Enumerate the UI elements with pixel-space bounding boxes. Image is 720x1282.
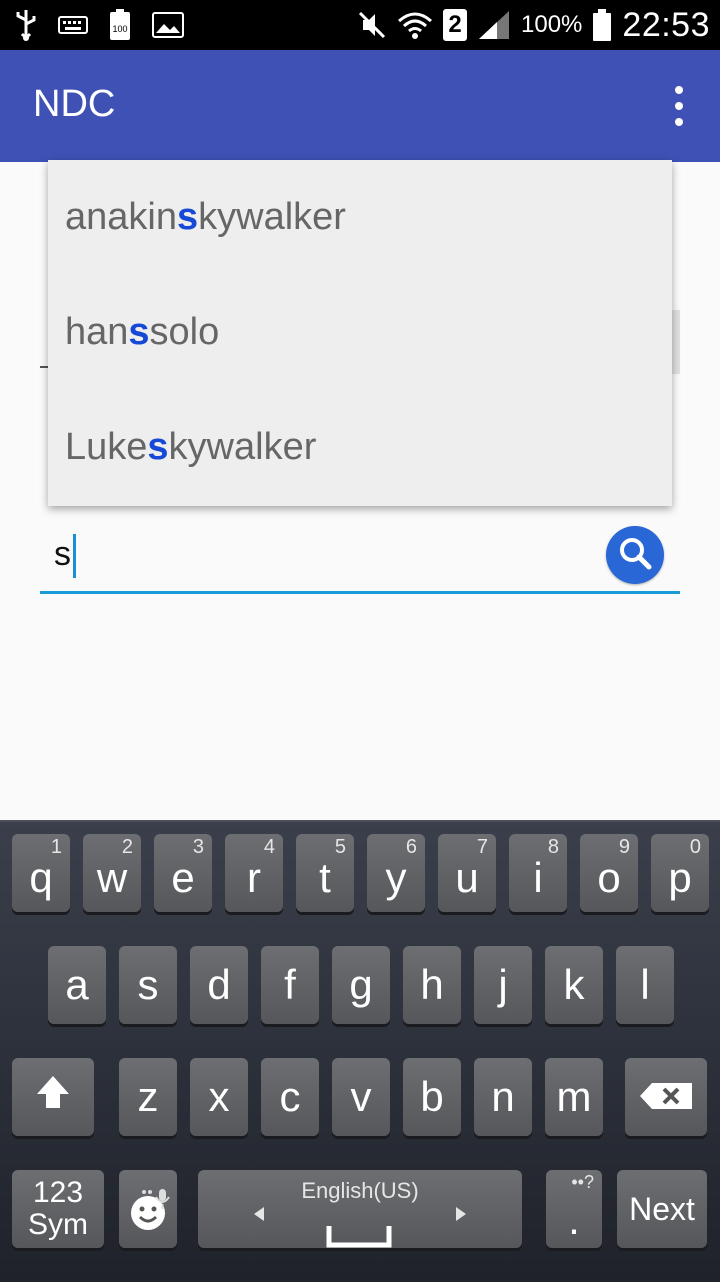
key-b[interactable]: b bbox=[403, 1058, 461, 1136]
key-a[interactable]: a bbox=[48, 946, 106, 1024]
key-s[interactable]: s bbox=[119, 946, 177, 1024]
key-m[interactable]: m bbox=[545, 1058, 603, 1136]
key-g[interactable]: g bbox=[332, 946, 390, 1024]
image-icon bbox=[152, 12, 184, 38]
search-input[interactable]: s bbox=[54, 534, 76, 578]
spacebar-icon bbox=[326, 1210, 392, 1258]
more-vert-icon[interactable] bbox=[664, 86, 694, 126]
emoji-voice-key[interactable] bbox=[119, 1170, 177, 1248]
key-q[interactable]: 1q bbox=[12, 834, 70, 912]
soft-keyboard: 1q 2w 3e 4r 5t 6y 7u 8i 9o 0p a s d f g … bbox=[0, 820, 720, 1282]
key-x[interactable]: x bbox=[190, 1058, 248, 1136]
arrow-left-icon bbox=[252, 1184, 266, 1232]
backspace-key[interactable] bbox=[625, 1058, 707, 1136]
keyboard-icon bbox=[58, 14, 88, 36]
battery-percent: 100% bbox=[521, 11, 583, 38]
key-y[interactable]: 6y bbox=[367, 834, 425, 912]
key-k[interactable]: k bbox=[545, 946, 603, 1024]
status-bar: 100 2 100% 22:53 bbox=[0, 0, 720, 50]
key-u[interactable]: 7u bbox=[438, 834, 496, 912]
suggestion-item[interactable]: Luke s kywalker bbox=[48, 390, 672, 505]
key-p[interactable]: 0p bbox=[651, 834, 709, 912]
sym-key[interactable]: 123 Sym bbox=[12, 1170, 104, 1248]
status-left-icons: 100 bbox=[14, 6, 184, 44]
arrow-right-icon bbox=[454, 1184, 468, 1232]
key-h[interactable]: h bbox=[403, 946, 461, 1024]
key-t[interactable]: 5t bbox=[296, 834, 354, 912]
key-v[interactable]: v bbox=[332, 1058, 390, 1136]
search-button[interactable] bbox=[606, 526, 664, 584]
svg-text:100: 100 bbox=[112, 24, 127, 34]
key-l[interactable]: l bbox=[616, 946, 674, 1024]
next-key[interactable]: Next bbox=[617, 1170, 707, 1248]
key-f[interactable]: f bbox=[261, 946, 319, 1024]
period-key[interactable]: ••? . bbox=[546, 1170, 602, 1248]
key-c[interactable]: c bbox=[261, 1058, 319, 1136]
key-o[interactable]: 9o bbox=[580, 834, 638, 912]
search-icon bbox=[617, 535, 653, 576]
shift-key[interactable] bbox=[12, 1058, 94, 1136]
space-key[interactable]: English(US) bbox=[198, 1170, 522, 1248]
key-w[interactable]: 2w bbox=[83, 834, 141, 912]
text-caret bbox=[73, 534, 76, 578]
app-bar: NDC bbox=[0, 50, 720, 162]
key-j[interactable]: j bbox=[474, 946, 532, 1024]
search-field[interactable]: s bbox=[40, 520, 680, 594]
search-underline bbox=[40, 591, 680, 594]
wifi-icon bbox=[397, 9, 433, 41]
signal-icon bbox=[477, 9, 511, 41]
suggestion-item[interactable]: anakin s kywalker bbox=[48, 160, 672, 275]
status-right-icons: 2 100% 22:53 bbox=[357, 0, 710, 50]
backspace-icon bbox=[638, 1073, 694, 1121]
shift-arrow-icon bbox=[33, 1072, 73, 1122]
key-e[interactable]: 3e bbox=[154, 834, 212, 912]
suggestion-dropdown: anakin s kywalker han s solo Luke s kywalke… bbox=[48, 160, 672, 506]
app-title: NDC bbox=[33, 83, 116, 125]
key-z[interactable]: z bbox=[119, 1058, 177, 1136]
clock: 22:53 bbox=[622, 5, 710, 44]
usb-icon bbox=[14, 8, 38, 42]
key-r[interactable]: 4r bbox=[225, 834, 283, 912]
key-d[interactable]: d bbox=[190, 946, 248, 1024]
battery-100-icon: 100 bbox=[108, 8, 132, 42]
suggestion-item[interactable]: han s solo bbox=[48, 275, 672, 390]
search-input-value: s bbox=[54, 534, 71, 573]
mute-icon bbox=[357, 10, 387, 40]
key-i[interactable]: 8i bbox=[509, 834, 567, 912]
key-n[interactable]: n bbox=[474, 1058, 532, 1136]
battery-icon bbox=[592, 8, 612, 42]
mic-icon bbox=[141, 1172, 171, 1220]
sim-slot-badge: 2 bbox=[443, 9, 468, 41]
